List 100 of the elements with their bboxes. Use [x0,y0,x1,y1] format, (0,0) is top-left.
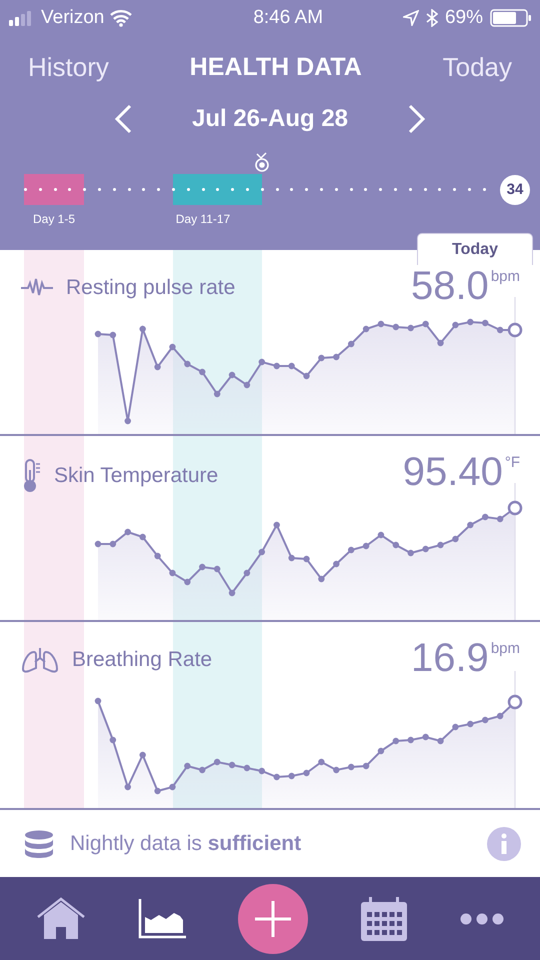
data-point [482,320,488,326]
data-point [408,736,414,744]
data-point [274,522,280,528]
data-point [303,372,310,380]
data-point [110,332,116,338]
data-point [467,318,474,326]
data-point [214,758,220,766]
data-point [333,560,340,568]
data-point [110,540,116,548]
page-title: HEALTH DATA [190,52,362,83]
data-status-message: Nightly data is sufficient [70,830,302,857]
data-point [437,542,444,548]
data-point [318,758,325,766]
lungs-icon [20,646,60,674]
clock-time: 8:46 AM [253,6,324,30]
home-icon[interactable] [36,896,86,940]
data-point [199,564,206,570]
data-point [303,556,310,562]
battery-icon [490,9,532,27]
bluetooth-icon [426,9,438,27]
data-point [362,326,370,332]
metric-value: 16.9 [410,638,489,678]
data-point [228,590,236,596]
data-point [408,550,414,556]
data-point [348,764,354,770]
data-point [392,324,400,330]
data-point [408,324,414,332]
metric-name: Resting pulse rate [66,275,236,301]
data-point [94,330,102,338]
today-link[interactable]: Today [442,48,512,87]
data-point [437,738,444,744]
data-point [452,724,459,730]
data-point [318,354,325,362]
data-point [139,326,146,332]
data-point [378,748,384,754]
metric-unit: °F [504,453,520,473]
data-point [422,320,429,328]
area-chart-icon[interactable] [138,898,186,938]
data-point [482,514,488,520]
today-button[interactable]: Today [417,233,533,265]
data-point [333,766,340,774]
data-point [378,532,384,538]
data-point [184,578,191,586]
data-point [467,720,474,728]
data-point [94,540,102,548]
data-point [348,340,354,348]
data-point [214,390,220,398]
data-point [214,566,220,572]
data-point [199,368,206,376]
data-point [139,534,146,540]
data-point [422,734,429,740]
database-icon [24,830,54,858]
metric-value: 95.40 [402,452,503,492]
day-count-badge: 34 [500,175,530,205]
data-point [482,716,488,724]
data-point [288,362,295,370]
data-point [154,552,161,560]
data-point [422,546,429,552]
data-point [348,546,354,554]
data-point [362,542,370,550]
pulse-icon [20,278,54,298]
data-point [244,570,250,576]
data-point [496,326,504,334]
data-point [169,784,176,790]
latest-data-point [508,694,522,710]
data-point [258,768,266,774]
chevron-right-icon[interactable] [408,104,426,134]
location-arrow-icon [402,10,419,26]
data-point [274,774,280,780]
data-point [392,542,400,548]
data-point [467,522,474,528]
metric-value: 58.0 [410,266,489,306]
data-point [318,576,325,582]
data-point [258,548,266,556]
metric-name: Breathing Rate [72,647,212,673]
battery-percent: 69% [444,6,483,30]
data-point [94,698,102,704]
history-link[interactable]: History [28,48,109,87]
more-icon[interactable] [460,912,504,924]
wifi-icon [109,9,134,27]
data-point [154,788,161,794]
data-point [303,770,310,776]
data-point [392,738,400,744]
day-marker-icon [254,152,270,172]
data-point [244,382,250,388]
data-point [496,516,504,522]
calendar-icon[interactable] [360,896,408,940]
data-point [169,570,176,576]
data-point [333,354,340,360]
latest-data-point [508,322,522,338]
data-point [184,360,191,368]
data-point [124,418,131,424]
metric-unit: bpm [490,267,520,287]
chevron-left-icon[interactable] [114,104,132,134]
data-point [110,736,116,744]
period-label: Day 1-5 [32,211,76,228]
data-point [288,554,295,562]
data-point [258,358,266,366]
data-point [437,340,444,346]
data-point [378,320,384,328]
